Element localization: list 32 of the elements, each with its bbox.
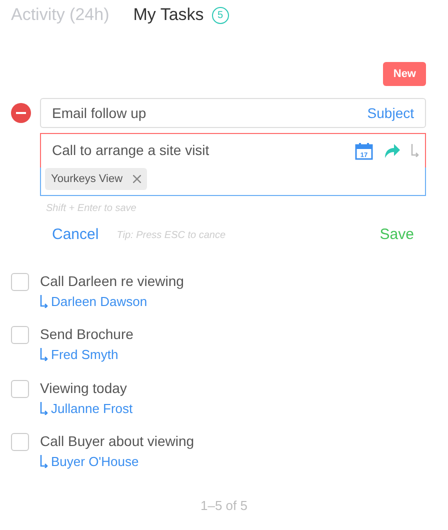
subject-field[interactable]: Email follow up Subject [40,98,426,128]
remove-tag-icon[interactable] [132,175,141,183]
task-title: Call Darleen re viewing [40,272,184,291]
task-title: Send Brochure [40,325,134,344]
sub-arrow-icon [40,455,48,468]
contact-link[interactable]: Fred Smyth [51,345,118,364]
sub-arrow-icon [40,294,48,308]
sub-arrow-icon [411,144,419,157]
task-checkbox[interactable] [11,380,29,398]
task-checkbox[interactable] [11,433,29,451]
contact-link[interactable]: Jullanne Frost [51,398,133,418]
tag-label: Yourkeys View [51,172,123,187]
task-title: Viewing today [40,378,128,398]
tab[interactable]: My Tasks 5 [133,2,229,28]
task-title: Call Buyer about viewing [40,432,194,451]
tab[interactable]: Activity (24h) [11,2,110,28]
pagination-text: 1–5 of 5 [200,496,248,514]
forward-arrow-icon[interactable] [383,142,401,158]
count-badge: 5 [212,6,229,24]
sub-arrow-icon [40,402,48,415]
contact-link[interactable]: Buyer O'House [51,452,139,472]
save-button[interactable]: Save [380,224,414,246]
contact-link[interactable]: Darleen Dawson [51,292,148,311]
new-button[interactable]: New [383,62,426,86]
task-checkbox[interactable] [11,272,29,290]
task-value: Call to arrange a site visit [52,141,210,160]
subject-value: Email follow up [52,104,146,123]
sub-arrow-icon [40,348,48,362]
remove-icon[interactable] [11,103,31,123]
subject-link[interactable]: Subject [367,102,414,124]
task-checkbox[interactable] [11,326,29,344]
cancel-button[interactable]: Cancel [52,224,99,246]
